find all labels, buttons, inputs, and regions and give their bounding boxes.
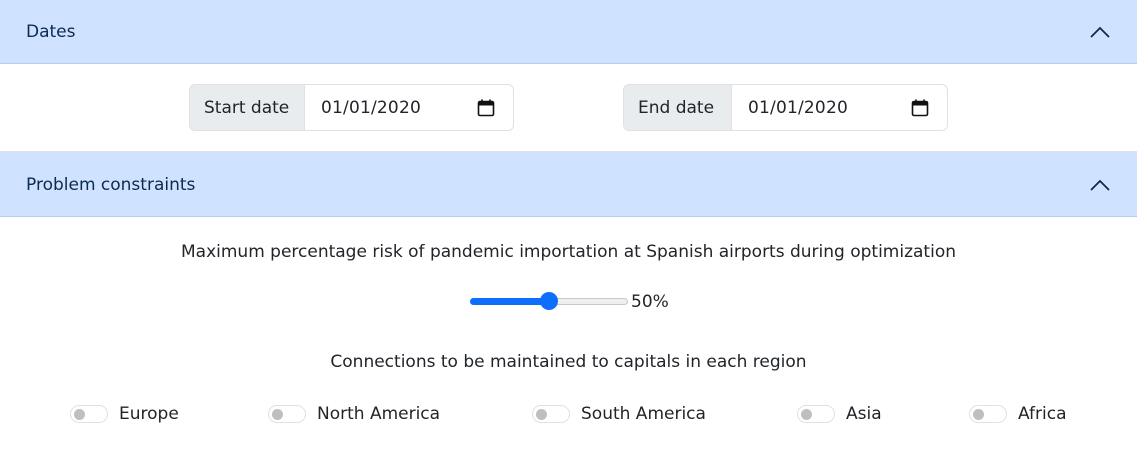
toggle-switch[interactable]: [70, 405, 108, 423]
region-label-europe: Europe: [119, 404, 179, 424]
slider-thumb[interactable]: [540, 292, 558, 310]
connections-label: Connections to be maintained to capitals…: [330, 352, 807, 372]
region-switch-europe[interactable]: Europe: [70, 402, 179, 426]
start-date-input[interactable]: 01/01/2020: [305, 84, 514, 131]
risk-slider[interactable]: [470, 292, 630, 312]
chevron-up-icon: [1090, 26, 1110, 38]
start-date-group: Start date 01/01/2020: [189, 84, 514, 131]
end-date-group: End date 01/01/2020: [623, 84, 948, 131]
slider-fill: [470, 298, 549, 305]
risk-label: Maximum percentage risk of pandemic impo…: [180, 242, 956, 262]
region-label-asia: Asia: [846, 404, 882, 424]
end-date-label: End date: [623, 84, 732, 131]
chevron-up-icon: [1090, 179, 1110, 191]
risk-value: 50%: [631, 292, 669, 312]
start-date-value: 01/01/2020: [321, 97, 421, 118]
region-label-north-america: North America: [317, 404, 441, 424]
accordion-title-dates: Dates: [26, 22, 76, 42]
accordion-title-constraints: Problem constraints: [26, 175, 196, 195]
region-label-africa: Africa: [1018, 404, 1067, 424]
region-switch-africa[interactable]: Africa: [969, 402, 1067, 426]
end-date-value: 01/01/2020: [748, 97, 848, 118]
toggle-switch[interactable]: [797, 405, 835, 423]
calendar-icon[interactable]: [477, 99, 495, 117]
end-date-input[interactable]: 01/01/2020: [732, 84, 948, 131]
region-switch-north-america[interactable]: North America: [268, 402, 440, 426]
calendar-icon[interactable]: [911, 99, 929, 117]
accordion-header-dates[interactable]: Dates: [0, 0, 1137, 64]
toggle-switch[interactable]: [268, 405, 306, 423]
region-switch-asia[interactable]: Asia: [797, 402, 882, 426]
region-switch-south-america[interactable]: South America: [532, 402, 706, 426]
accordion-header-constraints[interactable]: Problem constraints: [0, 152, 1137, 217]
toggle-switch[interactable]: [969, 405, 1007, 423]
region-label-south-america: South America: [581, 404, 706, 424]
start-date-label: Start date: [189, 84, 305, 131]
toggle-switch[interactable]: [532, 405, 570, 423]
